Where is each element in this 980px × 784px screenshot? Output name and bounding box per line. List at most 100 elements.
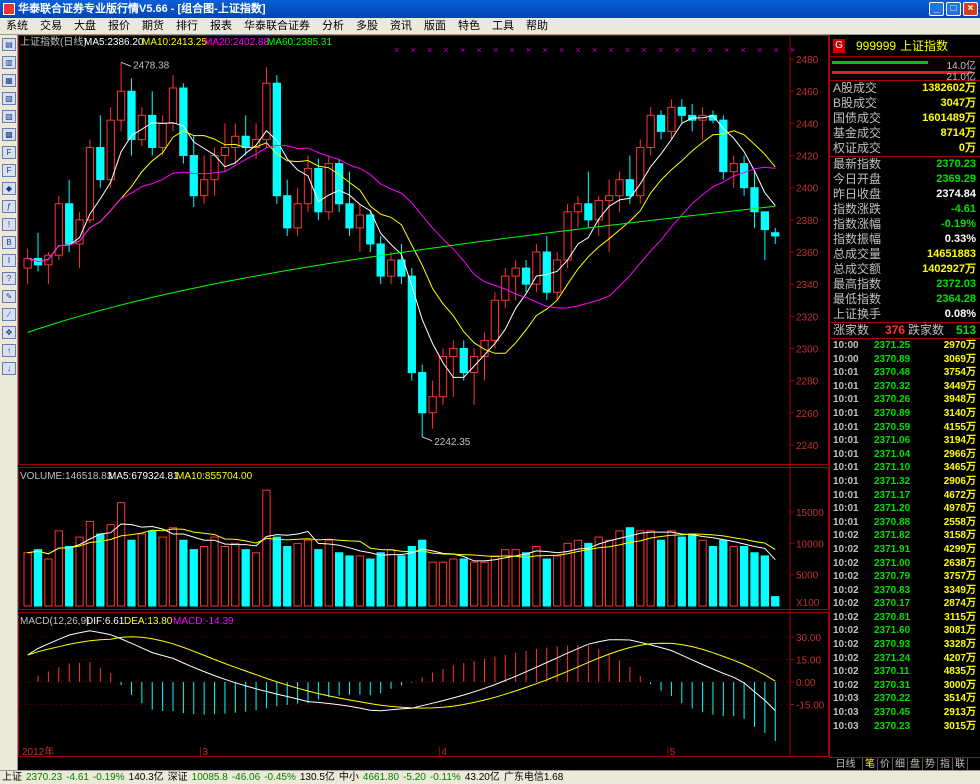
candle-icon[interactable]: ▦ xyxy=(2,74,16,87)
market-stats: A股成交 1382602万 B股成交 3047万 国债成交 1601489万 基金成交 871… xyxy=(830,81,980,156)
stock-info-icon[interactable]: I xyxy=(2,254,16,267)
tick-row[interactable]: 10:02 2370.79 3757万 xyxy=(830,570,980,584)
y-tick-label: 2280 xyxy=(796,377,819,388)
tick-row[interactable]: 10:01 2371.04 2966万 xyxy=(830,448,980,462)
tick-row[interactable]: 10:03 2370.23 3015万 xyxy=(830,720,980,734)
tick-row[interactable]: 10:01 2370.89 3140万 xyxy=(830,407,980,421)
tick-price: 2371.00 xyxy=(874,557,911,569)
status-item: 深证 xyxy=(167,772,188,783)
menu-item-1[interactable]: 交易 xyxy=(34,18,68,35)
candle xyxy=(241,135,250,149)
y-tick-label: 2340 xyxy=(796,280,819,291)
menu-item-12[interactable]: 特色 xyxy=(452,18,486,35)
menu-item-7[interactable]: 华泰联合证券 xyxy=(238,18,316,35)
line-chart-icon[interactable]: ▤ xyxy=(2,38,16,51)
tick-row[interactable]: 10:03 2370.45 2913万 xyxy=(830,706,980,720)
close-button[interactable]: × xyxy=(963,2,978,16)
month-label: 4 xyxy=(441,747,447,757)
menu-item-5[interactable]: 排行 xyxy=(170,18,204,35)
chart-area[interactable]: 2240 2260 2280 2300 2320 2340 2360 2380 2400 2420… xyxy=(18,35,829,757)
candle xyxy=(23,257,32,269)
tick-row[interactable]: 10:02 2371.82 3158万 xyxy=(830,529,980,543)
bsi-icon[interactable]: B xyxy=(2,236,16,249)
candle xyxy=(65,203,74,245)
menu-item-9[interactable]: 多股 xyxy=(350,18,384,35)
tick-row[interactable]: 10:01 2370.59 4155万 xyxy=(830,421,980,435)
menu-item-14[interactable]: 帮助 xyxy=(520,18,554,35)
stat-value: 1601489万 xyxy=(922,112,976,124)
question-icon[interactable]: ? xyxy=(2,272,16,285)
f10-icon[interactable]: F xyxy=(2,146,16,159)
tick-row[interactable]: 10:02 2370.83 3349万 xyxy=(830,584,980,598)
alert-icon[interactable]: ! xyxy=(2,218,16,231)
menu-item-13[interactable]: 工具 xyxy=(486,18,520,35)
tick-row[interactable]: 10:02 2371.00 2638万 xyxy=(830,557,980,571)
bar-chart-icon[interactable]: ▥ xyxy=(2,56,16,69)
tick-row[interactable]: 10:01 2370.26 3948万 xyxy=(830,393,980,407)
tick-row[interactable]: 10:01 2371.20 4978万 xyxy=(830,502,980,516)
volume-bar xyxy=(490,555,500,607)
formula-icon[interactable]: ƒ xyxy=(2,200,16,213)
tick-price: 2370.26 xyxy=(874,394,911,406)
minimize-button[interactable]: _ xyxy=(929,2,944,16)
tick-row[interactable]: 10:02 2370.11 4835万 xyxy=(830,665,980,679)
tick-row[interactable]: 10:02 2371.24 4207万 xyxy=(830,652,980,666)
menu-item-10[interactable]: 资讯 xyxy=(384,18,418,35)
tick-row[interactable]: 10:01 2371.17 4672万 xyxy=(830,489,980,503)
menu-item-0[interactable]: 系统 xyxy=(0,18,34,35)
tick-row[interactable]: 10:00 2370.89 3069万 xyxy=(830,353,980,367)
candle xyxy=(303,167,313,205)
tick-time: 10:03 xyxy=(833,707,859,719)
down-icon[interactable]: ↓ xyxy=(2,362,16,375)
signal-marker: × xyxy=(526,45,531,55)
tick-row[interactable]: 10:02 2370.17 2874万 xyxy=(830,597,980,611)
signal-marker: × xyxy=(790,45,795,55)
quote-label: 最新指数 xyxy=(833,157,882,171)
menu-item-2[interactable]: 大盘 xyxy=(68,18,102,35)
menu-item-4[interactable]: 期货 xyxy=(136,18,170,35)
stat-row: 国债成交 1601489万 xyxy=(830,111,980,126)
y-tick-label: 2400 xyxy=(796,184,819,195)
tick-row[interactable]: 10:01 2370.32 3449万 xyxy=(830,380,980,394)
tick-row[interactable]: 10:02 2370.81 3115万 xyxy=(830,611,980,625)
ma10-line xyxy=(27,130,776,354)
tick-row[interactable]: 10:01 2371.06 3194万 xyxy=(830,434,980,448)
menu-item-3[interactable]: 报价 xyxy=(102,18,136,35)
menu-bar: 系统 交易 大盘 报价 期货 排行 报表 华泰联合证券 分析 多股 资讯 版面 特色 工具 帮助 xyxy=(0,18,980,35)
tick-row[interactable]: 10:03 2370.22 3514万 xyxy=(830,692,980,706)
menu-item-8[interactable]: 分析 xyxy=(316,18,350,35)
tick-row[interactable]: 10:00 2371.25 2970万 xyxy=(830,339,980,353)
tick-row[interactable]: 10:01 2370.48 3754万 xyxy=(830,366,980,380)
f10b-icon[interactable]: F xyxy=(2,164,16,177)
select-stock-icon[interactable]: ◆ xyxy=(2,182,16,195)
y-tick-label: 2440 xyxy=(796,119,819,130)
volume-bar xyxy=(345,555,354,607)
tick-row[interactable]: 10:02 2371.91 4299万 xyxy=(830,543,980,557)
candle xyxy=(366,214,375,245)
ma5-label: MA5:2386.20 xyxy=(84,37,144,48)
tick-row[interactable]: 10:01 2370.88 2558万 xyxy=(830,516,980,530)
maximize-button[interactable]: □ xyxy=(946,2,961,16)
table-icon[interactable]: ▧ xyxy=(2,92,16,105)
tick-volume: 4299万 xyxy=(943,543,976,555)
tick-row[interactable]: 10:01 2371.10 3465万 xyxy=(830,461,980,475)
grid-icon[interactable]: ▨ xyxy=(2,110,16,123)
arrows-icon[interactable]: ✥ xyxy=(2,326,16,339)
left-toolbar: ▤ ▥ ▦ ▧ ▨ ▩ F F ◆ ƒ! B I? ✎ ∕ ✥ ↑ ↓ xyxy=(0,35,18,770)
tick-price: 2370.81 xyxy=(874,611,911,623)
tools-icon[interactable]: ✎ xyxy=(2,290,16,303)
tick-price: 2370.83 xyxy=(874,584,911,596)
tick-row[interactable]: 10:01 2371.32 2906万 xyxy=(830,475,980,489)
tick-row[interactable]: 10:02 2371.60 3081万 xyxy=(830,624,980,638)
menu-item-11[interactable]: 版面 xyxy=(418,18,452,35)
tick-list[interactable]: 10:00 2371.25 2970万 10:00 2370.89 3069万 10:01 2… xyxy=(830,339,980,733)
tick-row[interactable]: 10:02 2370.93 3328万 xyxy=(830,638,980,652)
tick-row[interactable]: 10:02 2370.31 3000万 xyxy=(830,679,980,693)
draw-icon[interactable]: ∕ xyxy=(2,308,16,321)
menu-item-6[interactable]: 报表 xyxy=(204,18,238,35)
vol-tick-label: 15000 xyxy=(796,508,824,519)
candle xyxy=(168,87,178,124)
tick-price: 2371.17 xyxy=(874,489,911,501)
news-icon[interactable]: ▩ xyxy=(2,128,16,141)
up-icon[interactable]: ↑ xyxy=(2,344,16,357)
